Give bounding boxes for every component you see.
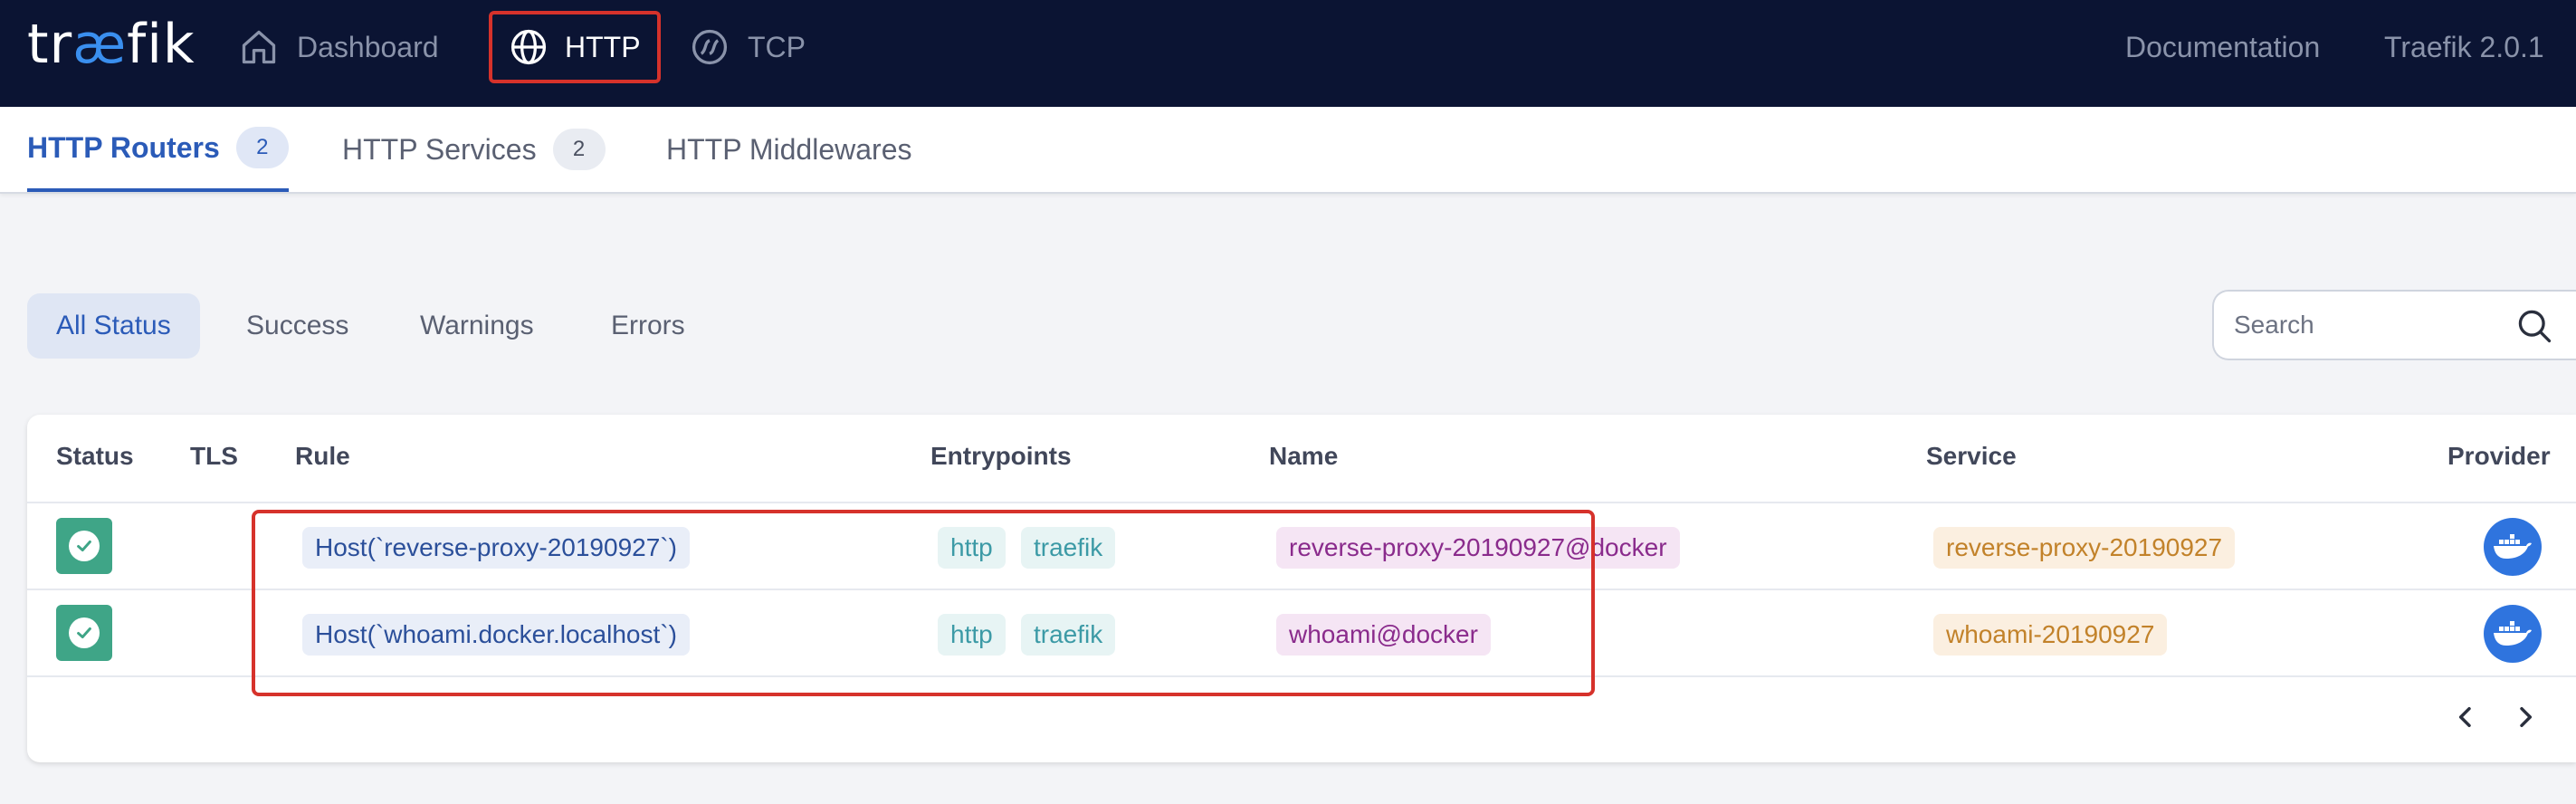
globe-icon — [510, 29, 547, 65]
tab-http-routers-label: HTTP Routers — [27, 130, 220, 164]
http-subtabs: HTTP Routers 2 HTTP Services 2 HTTP Midd… — [0, 107, 2576, 194]
table-row[interactable]: Host(`whoami.docker.localhost`) http tra… — [27, 589, 2576, 675]
filter-warnings[interactable]: Warnings — [391, 293, 563, 359]
routers-table: Status TLS Rule Entrypoints Name Service… — [27, 415, 2576, 762]
nav-tcp-label: TCP — [748, 30, 806, 63]
header-name[interactable]: Name — [1269, 442, 1338, 471]
router-name-chip: whoami@docker — [1276, 614, 1491, 656]
filter-success[interactable]: Success — [217, 293, 377, 359]
routers-count-badge: 2 — [235, 127, 289, 168]
top-navbar: træfik Dashboard HTTP TCP Documentation … — [0, 0, 2576, 107]
service-chip: reverse-proxy-20190927 — [1933, 527, 2236, 569]
search-box[interactable] — [2212, 290, 2576, 360]
nav-http-label: HTTP — [565, 30, 641, 63]
header-tls[interactable]: TLS — [190, 442, 238, 471]
nav-http[interactable]: HTTP — [489, 11, 661, 83]
docker-icon — [2484, 518, 2542, 576]
filter-errors[interactable]: Errors — [582, 293, 714, 359]
nav-tcp[interactable]: TCP — [690, 0, 806, 94]
services-count-badge: 2 — [552, 129, 606, 170]
entrypoint-chip: http — [938, 527, 1006, 569]
entrypoint-chip: http — [938, 614, 1006, 656]
tab-http-middlewares-label: HTTP Middlewares — [666, 132, 912, 166]
tab-http-middlewares[interactable]: HTTP Middlewares — [666, 107, 911, 192]
router-name-chip: reverse-proxy-20190927@docker — [1276, 527, 1680, 569]
table-divider — [27, 675, 2576, 677]
rule-chip: Host(`whoami.docker.localhost`) — [302, 614, 690, 656]
table-row[interactable]: Host(`reverse-proxy-20190927`) http trae… — [27, 502, 2576, 589]
search-input[interactable] — [2234, 311, 2505, 340]
search-icon[interactable] — [2514, 306, 2554, 346]
chevron-left-icon — [2458, 706, 2471, 728]
status-success-icon — [56, 518, 112, 574]
header-service[interactable]: Service — [1926, 442, 2017, 471]
nav-dashboard-label: Dashboard — [297, 30, 439, 63]
header-provider[interactable]: Provider — [2447, 442, 2551, 471]
home-icon — [242, 30, 276, 64]
entrypoint-chip: traefik — [1021, 527, 1116, 569]
status-success-icon — [56, 605, 112, 661]
docker-icon — [2484, 605, 2542, 663]
header-status[interactable]: Status — [56, 442, 134, 471]
header-rule[interactable]: Rule — [295, 442, 350, 471]
header-entrypoints[interactable]: Entrypoints — [930, 442, 1072, 471]
next-page-button[interactable] — [2511, 703, 2540, 740]
nav-dashboard[interactable]: Dashboard — [239, 0, 439, 94]
tab-http-services-label: HTTP Services — [342, 132, 537, 166]
traefik-logo[interactable]: træfik — [27, 13, 196, 76]
nav-documentation[interactable]: Documentation — [2125, 0, 2320, 94]
tcp-icon — [692, 29, 728, 65]
tab-http-services[interactable]: HTTP Services 2 — [342, 107, 606, 192]
version-label: Traefik 2.0.1 — [2384, 30, 2544, 63]
filter-all-status[interactable]: All Status — [27, 293, 200, 359]
rule-chip: Host(`reverse-proxy-20190927`) — [302, 527, 690, 569]
previous-page-button[interactable] — [2451, 703, 2480, 740]
chevron-right-icon — [2520, 706, 2533, 728]
entrypoint-chip: traefik — [1021, 614, 1116, 656]
service-chip: whoami-20190927 — [1933, 614, 2168, 656]
tab-http-routers[interactable]: HTTP Routers 2 — [27, 107, 289, 192]
